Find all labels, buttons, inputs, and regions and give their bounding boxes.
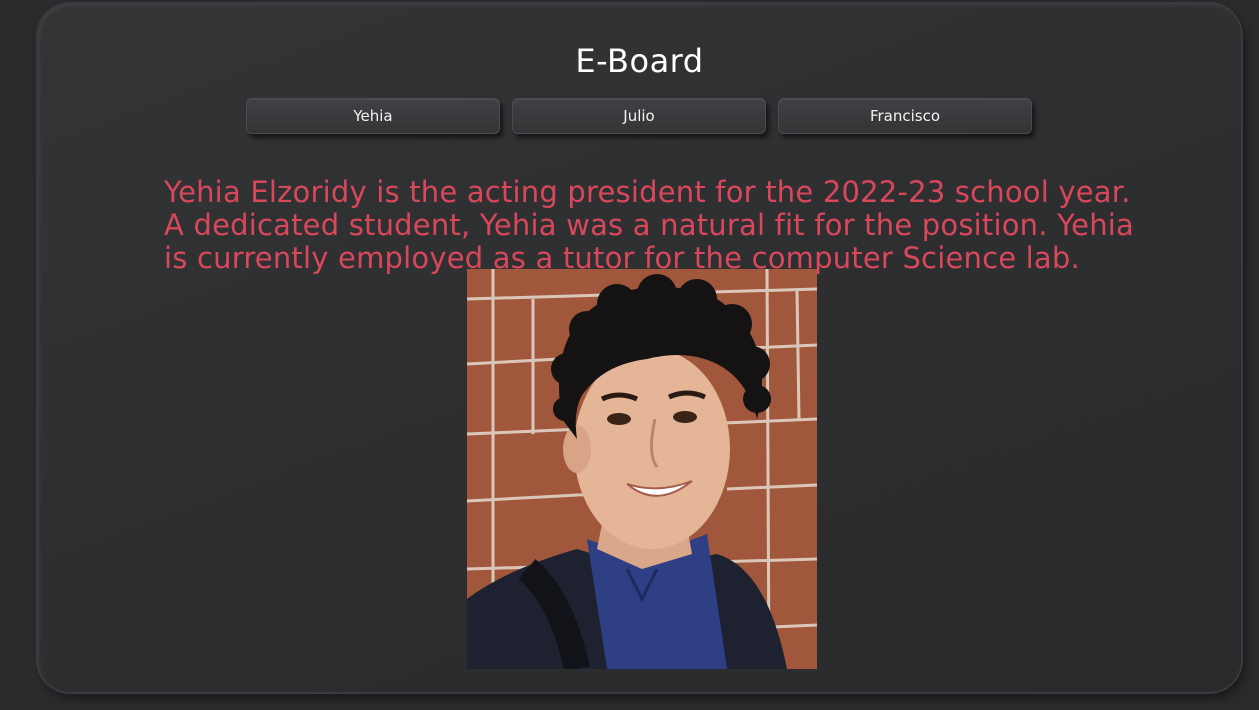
member-photo [467,269,817,669]
page-title: E-Board [575,42,704,80]
member-tabs: Yehia Julio Francisco [246,98,1032,134]
tab-yehia[interactable]: Yehia [246,98,500,134]
eboard-card: E-Board Yehia Julio Francisco Yehia Elzo… [38,4,1241,692]
tab-julio[interactable]: Julio [512,98,766,134]
tab-francisco[interactable]: Francisco [778,98,1032,134]
member-bio: Yehia Elzoridy is the acting president f… [164,175,1135,275]
